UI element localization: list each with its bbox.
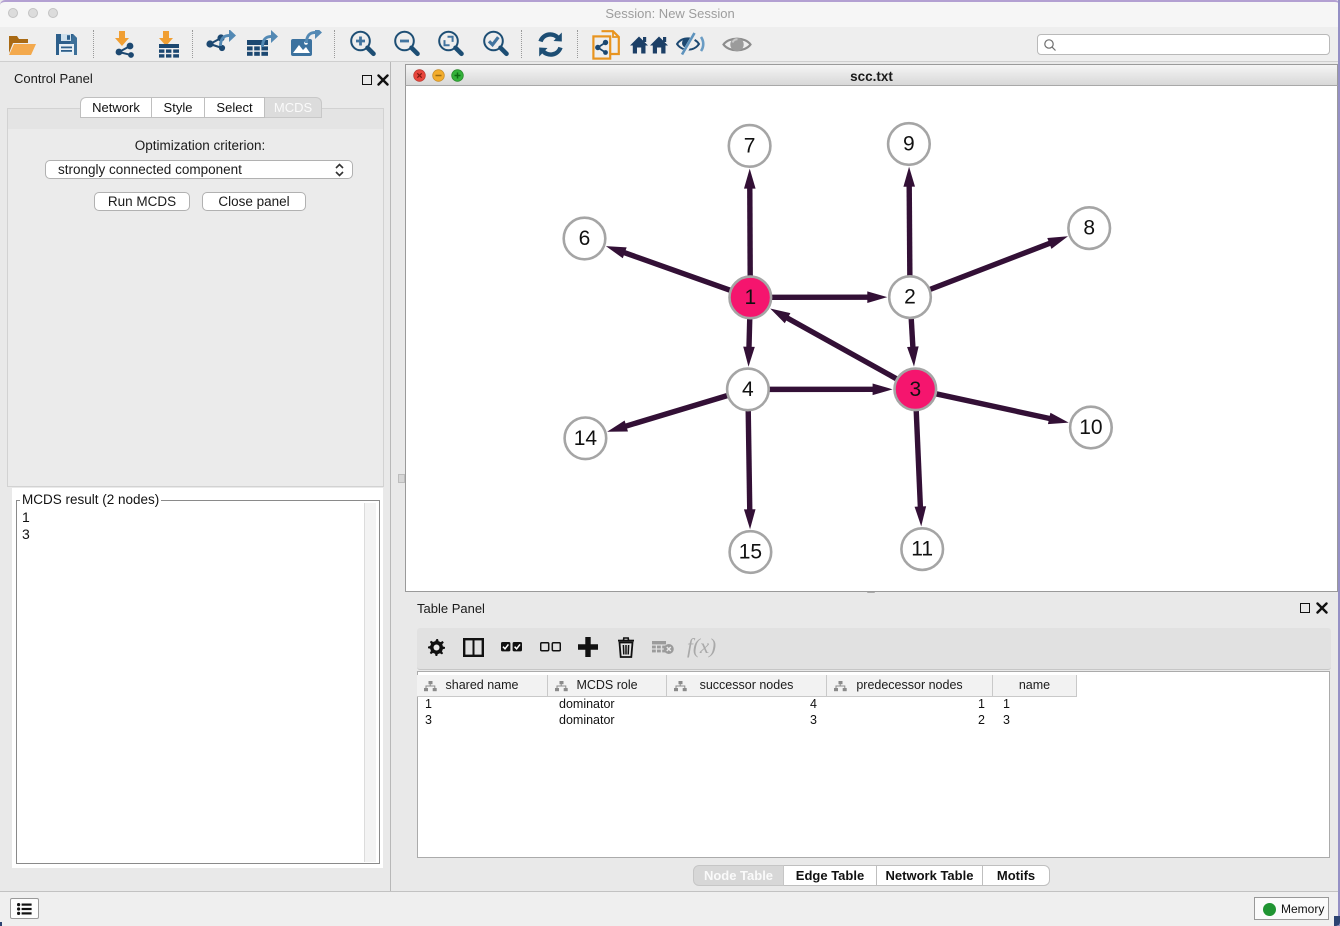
svg-text:10: 10 — [1079, 416, 1102, 439]
svg-text:1: 1 — [744, 286, 756, 309]
svg-text:2: 2 — [904, 286, 916, 309]
svg-text:11: 11 — [911, 538, 933, 561]
svg-text:9: 9 — [903, 133, 915, 156]
svg-text:8: 8 — [1083, 217, 1095, 240]
svg-text:14: 14 — [574, 427, 598, 450]
svg-text:6: 6 — [579, 227, 591, 250]
svg-text:7: 7 — [744, 134, 756, 157]
svg-text:4: 4 — [742, 378, 754, 401]
svg-text:3: 3 — [909, 378, 921, 401]
svg-text:15: 15 — [739, 541, 762, 564]
